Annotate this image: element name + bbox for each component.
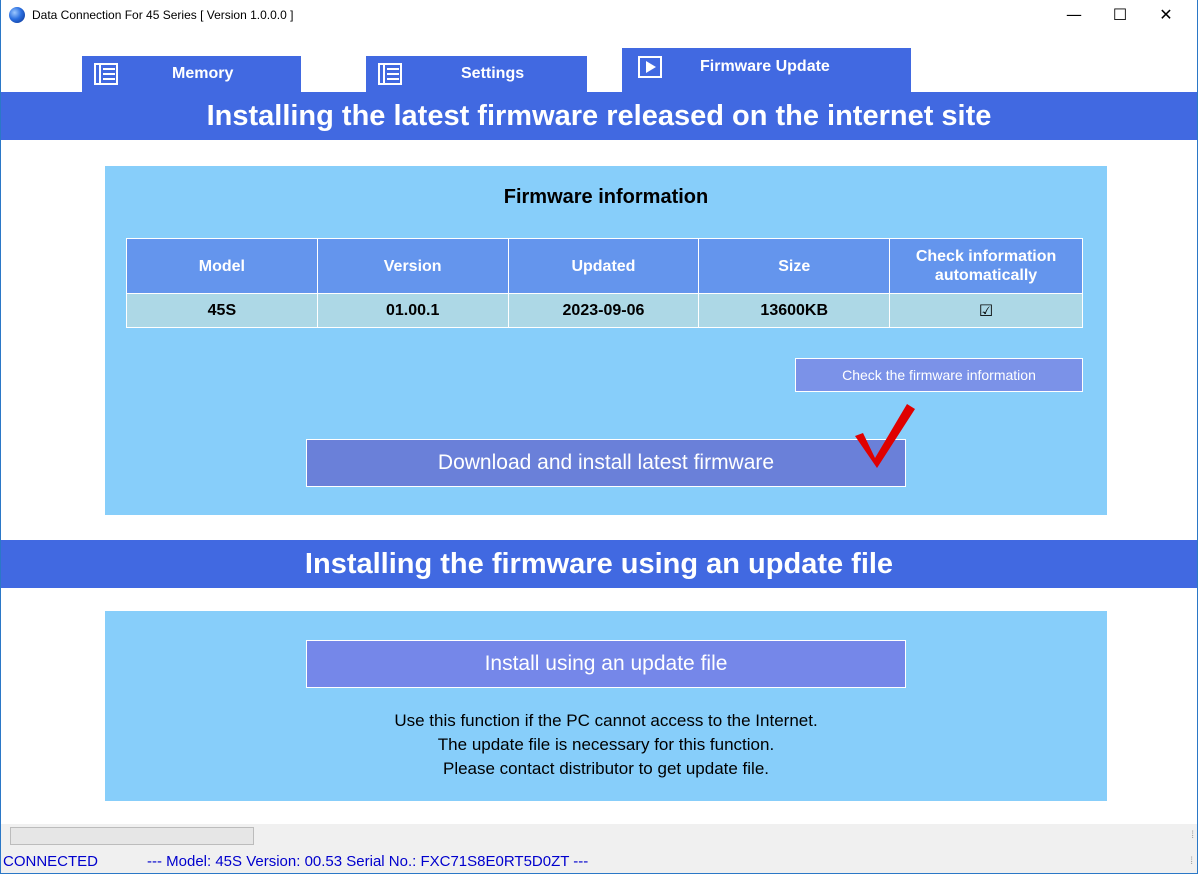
resize-grip-icon[interactable]: ⁞ xyxy=(1190,856,1193,867)
maximize-button[interactable]: ☐ xyxy=(1097,0,1143,30)
cell-updated: 2023-09-06 xyxy=(507,293,700,328)
list-icon xyxy=(378,63,402,85)
firmware-info-table: Model Version Updated Size Check informa… xyxy=(126,238,1083,328)
device-details: --- Model: 45S Version: 00.53 Serial No.… xyxy=(147,853,589,870)
connection-status: CONNECTED xyxy=(3,853,99,870)
tab-firmware-update-label: Firmware Update xyxy=(700,58,830,75)
file-section-banner: Installing the firmware using an update … xyxy=(1,540,1197,588)
download-install-button[interactable]: Download and install latest firmware xyxy=(306,439,906,487)
note-line: Use this function if the PC cannot acces… xyxy=(394,711,818,730)
auto-check-header-line2: automatically xyxy=(934,267,1038,284)
cell-version: 01.00.1 xyxy=(316,293,509,328)
progress-bar xyxy=(10,827,254,845)
cell-auto-check: ☑ xyxy=(889,293,1083,328)
table-header-row: Model Version Updated Size Check informa… xyxy=(126,238,1083,294)
tab-memory-label: Memory xyxy=(172,65,234,82)
check-firmware-info-button[interactable]: Check the firmware information xyxy=(795,358,1083,392)
play-icon xyxy=(638,56,662,78)
progress-strip: ⁞ xyxy=(1,824,1197,850)
firmware-info-title: Firmware information xyxy=(503,186,709,208)
offline-note: Use this function if the PC cannot acces… xyxy=(105,709,1107,781)
tab-firmware-update[interactable]: Firmware Update xyxy=(622,48,911,92)
close-button[interactable]: ✕ xyxy=(1143,0,1189,30)
note-line: The update file is necessary for this fu… xyxy=(437,735,775,754)
tab-settings[interactable]: Settings xyxy=(366,56,587,92)
update-file-panel: Install using an update file Use this fu… xyxy=(105,611,1107,801)
column-header-size: Size xyxy=(698,238,891,294)
window-title: Data Connection For 45 Series [ Version … xyxy=(32,8,294,22)
cell-model: 45S xyxy=(126,293,318,328)
app-window: Data Connection For 45 Series [ Version … xyxy=(0,0,1198,874)
auto-check-checkbox[interactable]: ☑ xyxy=(979,301,993,320)
column-header-updated: Updated xyxy=(507,238,700,294)
cell-size: 13600KB xyxy=(698,293,891,328)
column-header-version: Version xyxy=(316,238,509,294)
auto-check-header-line1: Check information xyxy=(915,248,1057,265)
online-firmware-panel: Firmware information Model Version Updat… xyxy=(105,166,1107,515)
online-section-banner: Installing the latest firmware released … xyxy=(1,92,1197,140)
column-header-auto-check: Check information automatically xyxy=(889,238,1083,294)
resize-grip-icon[interactable]: ⁞ xyxy=(1191,830,1194,841)
title-bar[interactable]: Data Connection For 45 Series [ Version … xyxy=(1,0,1197,30)
column-header-model: Model xyxy=(126,238,318,294)
install-update-file-button[interactable]: Install using an update file xyxy=(306,640,906,688)
list-icon xyxy=(94,63,118,85)
red-checkmark-icon xyxy=(855,404,915,468)
tab-memory[interactable]: Memory xyxy=(82,56,301,92)
table-row: 45S 01.00.1 2023-09-06 13600KB ☑ xyxy=(126,293,1083,328)
tab-bar: Memory Settings Firmware Update xyxy=(1,44,1197,92)
app-globe-icon xyxy=(9,7,25,23)
minimize-button[interactable]: — xyxy=(1051,0,1097,30)
status-bar: CONNECTED --- Model: 45S Version: 00.53 … xyxy=(1,850,1197,873)
tab-settings-label: Settings xyxy=(461,65,525,82)
note-line: Please contact distributor to get update… xyxy=(442,759,770,778)
